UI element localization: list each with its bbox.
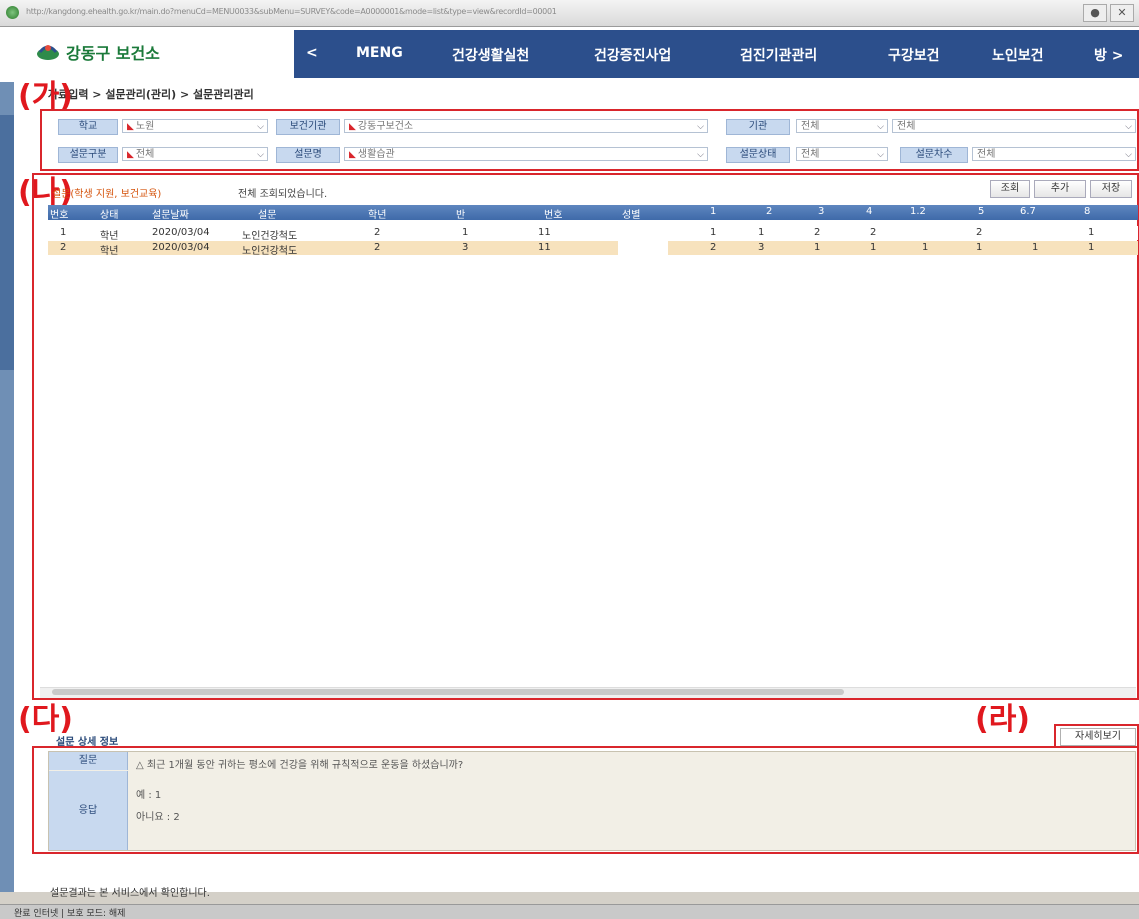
main-nav: < MENG 건강생활실천 건강증진사업 검진기관관리 구강보건 노인보건 방 … (294, 30, 1139, 78)
detail-section-title: 설문 상세 정보 (56, 737, 119, 748)
browser-titlebar: http://kangdong.ehealth.go.kr/main.do?me… (0, 0, 1139, 27)
side-panel-toggle[interactable] (0, 115, 14, 370)
required-icon: ◣ (127, 150, 134, 160)
col-header[interactable]: 5 (978, 206, 984, 217)
detail-answer-option: 아니요 : 2 (136, 812, 180, 823)
col-header[interactable]: 상태 (100, 206, 118, 221)
search-button[interactable]: 조회 (990, 180, 1030, 198)
chevron-down-icon: ⌵ (257, 150, 264, 160)
required-icon: ◣ (127, 122, 134, 132)
chevron-down-icon: ⌵ (877, 150, 884, 160)
filter-survey-status-select[interactable]: 전체 ⌵ (796, 147, 888, 161)
detail-answer-option: 예 : 1 (136, 790, 162, 801)
col-header[interactable]: 3 (818, 206, 824, 217)
grid-status-text: 전체 조회되었습니다. (238, 189, 328, 200)
table-row-selected[interactable]: 2 학년 2020/03/04 노인건강척도 2 3 11 2 3 1 1 1 … (48, 241, 1138, 257)
col-header[interactable]: 1 (710, 206, 716, 217)
required-icon: ◣ (349, 150, 356, 160)
col-header[interactable]: 번호 (50, 206, 68, 221)
chevron-down-icon: ⌵ (1125, 150, 1132, 160)
scrollbar-thumb[interactable] (52, 689, 844, 695)
nav-item-health-promotion[interactable]: 건강증진사업 (594, 45, 671, 65)
col-header[interactable]: 8 (1084, 206, 1090, 217)
marker-ga: (가) (18, 79, 74, 114)
filter-survey-type-select[interactable]: ◣ 전체 ⌵ (122, 147, 268, 161)
browser-statusbar: 완료 인터넷 | 보호 모드: 해제 (0, 904, 1139, 919)
col-header[interactable]: 1.2 (910, 206, 926, 217)
breadcrumb: 자료입력 > 설문관리(관리) > 설문관리관리 (48, 88, 254, 101)
required-icon: ◣ (349, 122, 356, 132)
chevron-down-icon: ⌵ (697, 122, 704, 132)
status-text: 완료 인터넷 | 보호 모드: 해제 (14, 909, 126, 919)
col-header[interactable]: 성별 (622, 206, 640, 221)
filter-survey-round-select[interactable]: 전체 ⌵ (972, 147, 1136, 161)
nav-item-meng[interactable]: MENG (356, 45, 403, 61)
logo-icon (37, 45, 59, 60)
nav-item-senior-health[interactable]: 노인보건 (992, 45, 1044, 65)
filter-agency-select[interactable]: 전체 ⌵ (796, 119, 888, 133)
nav-item-dental-health[interactable]: 구강보건 (888, 45, 940, 65)
filter-agency-label: 기관 (726, 119, 790, 135)
filter-survey-status-label: 설문상태 (726, 147, 790, 163)
grid-title: 설문(학생 지원, 보건교육) (52, 189, 162, 200)
table-row[interactable]: 1 학년 2020/03/04 노인건강척도 2 1 11 1 1 2 2 2 … (48, 226, 1138, 242)
col-header[interactable]: 번호 (544, 206, 562, 221)
chevron-down-icon: ⌵ (257, 122, 264, 132)
save-button[interactable]: 저장 (1090, 180, 1132, 198)
filter-health-center-label: 보건기관 (276, 119, 340, 135)
nav-item-health-life[interactable]: 건강생활실천 (452, 45, 529, 65)
browser-globe-icon (6, 6, 19, 19)
col-header[interactable]: 학년 (368, 206, 386, 221)
chevron-down-icon: ⌵ (877, 122, 884, 132)
view-detail-button[interactable]: 자세히보기 (1060, 728, 1136, 746)
filter-survey-name-select[interactable]: ◣ 생활습관 ⌵ (344, 147, 708, 161)
col-header[interactable]: 4 (866, 206, 872, 217)
detail-answer-label: 응답 (49, 771, 128, 850)
filter-survey-type-label: 설문구분 (58, 147, 118, 163)
detail-question-text: △ 최근 1개월 동안 귀하는 평소에 건강을 위해 규칙적으로 운동을 하셨습… (136, 760, 464, 771)
footer-note: 설문결과는 본 서비스에서 확인합니다. (50, 888, 210, 899)
add-button[interactable]: 추가 (1034, 180, 1086, 198)
detail-question-label: 질문 (49, 752, 128, 770)
filter-agency-sub-select[interactable]: 전체 ⌵ (892, 119, 1136, 133)
filter-school-select[interactable]: ◣ 노원 ⌵ (122, 119, 268, 133)
marker-ra: (라) (975, 702, 1031, 737)
window-status-icon[interactable]: ● (1083, 4, 1107, 22)
col-header[interactable]: 2 (766, 206, 772, 217)
browser-url[interactable]: http://kangdong.ehealth.go.kr/main.do?me… (26, 7, 896, 20)
marker-da: (다) (18, 702, 74, 737)
col-header[interactable]: 설문날짜 (152, 206, 189, 221)
col-header[interactable]: 6.7 (1020, 206, 1036, 217)
filter-survey-name-label: 설문명 (276, 147, 340, 163)
logo-text[interactable]: 강동구 보건소 (66, 40, 160, 64)
filter-school-label: 학교 (58, 119, 118, 135)
grid-header: 번호 상태 설문날짜 설문 학년 반 번호 성별 1 2 3 4 1.2 5 6… (48, 205, 1138, 221)
filter-survey-round-label: 설문차수 (900, 147, 968, 163)
filter-health-center-select[interactable]: ◣ 강동구보건소 ⌵ (344, 119, 708, 133)
nav-prev-button[interactable]: < (306, 45, 318, 61)
chevron-down-icon: ⌵ (1125, 122, 1132, 132)
window-close-button[interactable]: ✕ (1110, 4, 1134, 22)
nav-item-checkup-institutions[interactable]: 검진기관관리 (740, 45, 817, 65)
col-header[interactable]: 반 (456, 206, 465, 221)
chevron-down-icon: ⌵ (697, 150, 704, 160)
nav-next-button[interactable]: 방 > (1094, 45, 1124, 65)
col-header[interactable]: 설문 (258, 206, 276, 221)
